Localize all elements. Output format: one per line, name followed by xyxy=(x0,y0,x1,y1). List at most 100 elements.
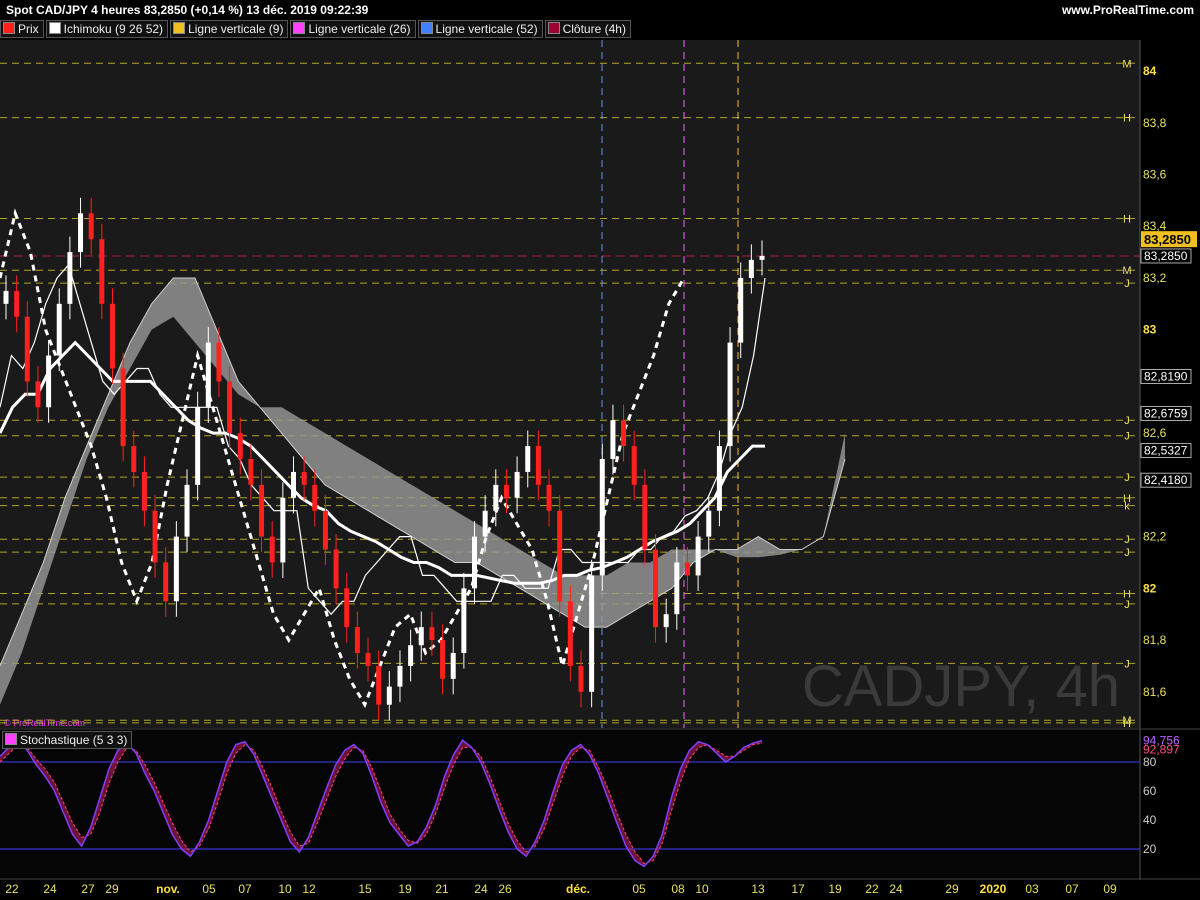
x-tick-6: 07 xyxy=(238,882,252,896)
x-tick-0: 22 xyxy=(5,882,19,896)
pivot-letter-9: H xyxy=(1123,493,1131,505)
x-tick-27: 09 xyxy=(1103,882,1117,896)
candle-body xyxy=(482,510,488,537)
pivot-letter-16: H xyxy=(1123,718,1131,730)
x-tick-13: 26 xyxy=(498,882,512,896)
pivot-letter-7: J xyxy=(1124,472,1130,484)
candle-body xyxy=(35,381,41,408)
pivot-letter-6: J xyxy=(1124,431,1130,443)
x-tick-20: 19 xyxy=(828,882,842,896)
candle-body xyxy=(301,471,307,485)
x-tick-4: nov. xyxy=(156,882,180,896)
candle-body xyxy=(567,601,573,666)
candle-body xyxy=(163,562,169,602)
pivot-letter-11: J xyxy=(1124,547,1130,559)
x-tick-15: 05 xyxy=(632,882,646,896)
candle-body xyxy=(684,562,690,576)
y-tick-1: 81,8 xyxy=(1143,633,1167,647)
pivot-letter-14: J xyxy=(1124,658,1130,670)
y-tick-8: 83,6 xyxy=(1143,167,1167,181)
x-tick-10: 19 xyxy=(398,882,412,896)
candle-body xyxy=(642,484,648,550)
x-tick-18: 13 xyxy=(751,882,765,896)
candle-body xyxy=(184,484,190,537)
candle-body xyxy=(312,484,318,511)
candle-body xyxy=(727,342,733,447)
candle-body xyxy=(557,510,563,602)
candle-body xyxy=(418,627,424,646)
x-tick-1: 24 xyxy=(43,882,57,896)
x-tick-12: 24 xyxy=(474,882,488,896)
candle-body xyxy=(227,381,233,434)
x-tick-19: 17 xyxy=(791,882,805,896)
candle-body xyxy=(493,484,499,511)
candle-body xyxy=(386,686,392,705)
y-tick-7: 83,4 xyxy=(1143,219,1167,233)
candle-body xyxy=(88,213,94,240)
stochastic-legend-item[interactable]: Stochastique (5 3 3) xyxy=(2,731,133,749)
stoch-tick-40: 40 xyxy=(1143,813,1157,827)
candle-body xyxy=(24,316,30,382)
stochastic-swatch xyxy=(5,733,17,745)
x-tick-21: 22 xyxy=(865,882,879,896)
candle-body xyxy=(578,665,584,692)
candle-body xyxy=(259,484,265,537)
pivot-letter-13: J xyxy=(1124,599,1130,611)
candle-body xyxy=(738,277,744,343)
candle-body xyxy=(440,640,446,679)
candle-body xyxy=(269,536,275,563)
candle-body xyxy=(3,290,9,304)
candle-body xyxy=(610,420,616,460)
x-tick-26: 07 xyxy=(1065,882,1079,896)
candle-body xyxy=(290,471,296,498)
price-chart[interactable]: CADJPY, 4h© ProRealTime.comMHHMJJJJkHJJH… xyxy=(0,0,1200,900)
pivot-letter-1: H xyxy=(1123,113,1131,125)
stoch-tick-20: 20 xyxy=(1143,842,1157,856)
candle-body xyxy=(397,665,403,687)
candle-body xyxy=(759,255,765,260)
candle-body xyxy=(205,342,211,408)
candle-body xyxy=(46,355,52,408)
candle-body xyxy=(408,645,414,666)
y-tick-2: 82 xyxy=(1143,581,1157,595)
stoch-d-value: 92,897 xyxy=(1143,742,1180,756)
pivot-letter-4: J xyxy=(1124,278,1130,290)
candle-body xyxy=(716,446,722,511)
candle-body xyxy=(674,562,680,615)
x-tick-2: 27 xyxy=(81,882,95,896)
x-tick-3: 29 xyxy=(105,882,119,896)
candle-body xyxy=(152,510,158,563)
candle-body xyxy=(173,536,179,602)
candle-body xyxy=(354,627,360,653)
candle-body xyxy=(333,549,339,589)
y-tick-9: 83,8 xyxy=(1143,116,1167,130)
candle-body xyxy=(78,213,84,253)
candle-body xyxy=(748,259,754,278)
candle-body xyxy=(621,420,627,447)
candle-body xyxy=(695,536,701,576)
y-tick-3: 82,2 xyxy=(1143,530,1167,544)
y-tick-5: 83 xyxy=(1143,323,1157,337)
y-tick-4: 82,6 xyxy=(1143,426,1167,440)
stoch-tick-80: 80 xyxy=(1143,755,1157,769)
value-label-0: 83,2850 xyxy=(1144,249,1188,263)
candle-body xyxy=(195,407,201,485)
stochastic-legend: Stochastique (5 3 3) xyxy=(2,731,134,749)
stochastic-label: Stochastique (5 3 3) xyxy=(20,733,128,747)
y-tick-0: 81,6 xyxy=(1143,685,1167,699)
x-tick-23: 29 xyxy=(945,882,959,896)
value-label-2: 82,6759 xyxy=(1144,406,1188,420)
candle-body xyxy=(450,652,456,679)
current-price-label: 83,2850 xyxy=(1144,232,1191,247)
candle-body xyxy=(503,484,509,498)
candle-body xyxy=(631,446,637,485)
x-tick-8: 12 xyxy=(302,882,316,896)
candle-body xyxy=(216,342,222,382)
x-tick-5: 05 xyxy=(202,882,216,896)
x-tick-25: 03 xyxy=(1025,882,1039,896)
candle-body xyxy=(109,303,115,369)
candle-body xyxy=(56,303,62,356)
x-tick-9: 15 xyxy=(358,882,372,896)
pivot-letter-3: M xyxy=(1122,265,1131,277)
pivot-letter-2: H xyxy=(1123,213,1131,225)
